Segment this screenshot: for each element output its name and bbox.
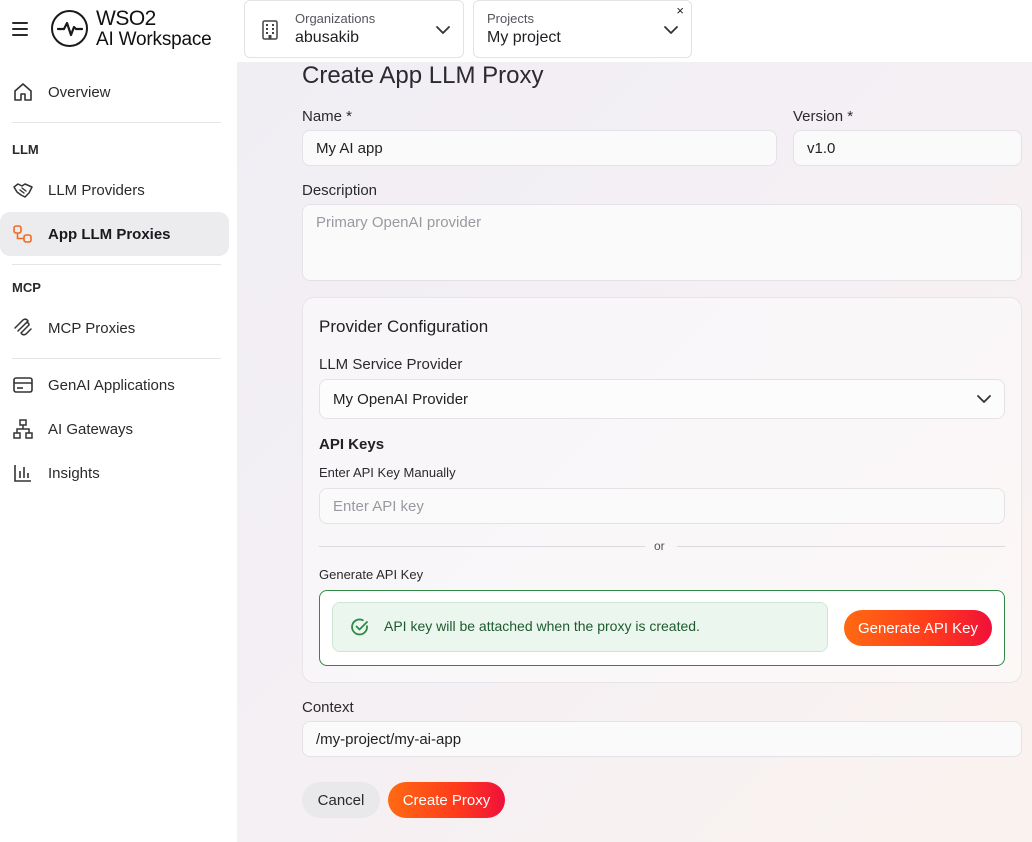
brand-line-2: AI Workspace [96,29,212,50]
manual-api-key-label: Enter API Key Manually [319,465,456,480]
api-key-notice: API key will be attached when the proxy … [332,602,828,652]
chevron-down-icon[interactable] [663,23,679,41]
project-caption: Projects [487,11,534,26]
sidebar-item-insights[interactable]: Insights [0,451,229,495]
card-icon [12,374,34,396]
version-input[interactable]: v1.0 [793,130,1022,166]
organization-caption: Organizations [295,11,376,26]
name-label: Name * [302,108,353,125]
divider [12,358,221,359]
wso2-logo-icon [51,10,88,47]
divider [677,546,1005,547]
organization-value: abusakib [295,29,360,46]
sidebar: Overview LLM LLM Providers App LLM Proxi… [0,62,237,842]
generate-api-key-box: API key will be attached when the proxy … [319,590,1005,666]
building-icon [261,20,279,45]
create-proxy-button[interactable]: Create Proxy [388,782,505,818]
top-bar: WSO2 AI Workspace Organizations abusakib… [0,0,1032,62]
mcp-icon [12,317,34,339]
sidebar-item-ai-gateways[interactable]: AI Gateways [0,407,229,451]
network-icon [12,418,34,440]
organization-selector[interactable]: Organizations abusakib [244,0,464,58]
description-textarea[interactable]: Primary OpenAI provider [302,204,1022,281]
notice-text: API key will be attached when the proxy … [384,618,700,634]
brand-name: WSO2 AI Workspace [96,8,212,50]
sidebar-item-label: MCP Proxies [48,319,136,337]
main-content: Create App LLM Proxy Name * My AI app Ve… [237,62,1032,842]
sidebar-item-app-llm-proxies[interactable]: App LLM Proxies [0,212,229,256]
chevron-down-icon[interactable] [976,392,992,409]
sidebar-item-label: GenAI Applications [48,376,175,394]
sidebar-item-label: App LLM Proxies [48,225,171,243]
sidebar-item-label: Insights [48,464,100,482]
provider-configuration-card: Provider Configuration LLM Service Provi… [302,297,1022,683]
generate-api-key-label: Generate API Key [319,567,424,582]
divider [12,122,221,123]
name-input[interactable]: My AI app [302,130,777,166]
context-label: Context [302,699,354,716]
generate-api-key-button[interactable]: Generate API Key [844,610,992,646]
cancel-button[interactable]: Cancel [302,782,380,818]
sidebar-item-label: Overview [48,83,111,101]
project-value: My project [487,29,561,46]
service-provider-value: My OpenAI Provider [333,390,469,408]
description-label: Description [302,182,378,199]
api-keys-title: API Keys [319,436,385,453]
project-selector[interactable]: × Projects My project [473,0,692,58]
menu-icon[interactable] [10,19,30,39]
handshake-icon [12,179,34,201]
sidebar-item-label: AI Gateways [48,420,134,438]
service-provider-label: LLM Service Provider [319,356,463,373]
or-text: or [654,539,665,553]
proxy-route-icon [12,223,34,245]
context-input[interactable]: /my-project/my-ai-app [302,721,1022,757]
brand-line-1: WSO2 [96,7,156,30]
sidebar-item-llm-providers[interactable]: LLM Providers [0,168,229,212]
sidebar-item-genai-applications[interactable]: GenAI Applications [0,363,229,407]
bar-chart-icon [12,462,34,484]
api-key-input[interactable]: Enter API key [319,488,1005,524]
page-title: Create App LLM Proxy [302,62,544,89]
section-title-mcp: MCP [12,280,41,295]
provider-configuration-title: Provider Configuration [319,317,489,336]
check-circle-icon [350,617,370,642]
sidebar-item-mcp-proxies[interactable]: MCP Proxies [0,306,229,350]
divider [12,264,221,265]
sidebar-item-label: LLM Providers [48,181,145,199]
section-title-llm: LLM [12,142,39,157]
chevron-down-icon[interactable] [435,23,451,41]
sidebar-item-overview[interactable]: Overview [0,70,229,114]
or-separator: or [319,539,1005,555]
divider [319,546,645,547]
version-label: Version * [793,108,854,125]
clear-project-icon[interactable]: × [676,4,684,17]
service-provider-select[interactable]: My OpenAI Provider [319,379,1005,419]
home-icon [12,81,34,103]
